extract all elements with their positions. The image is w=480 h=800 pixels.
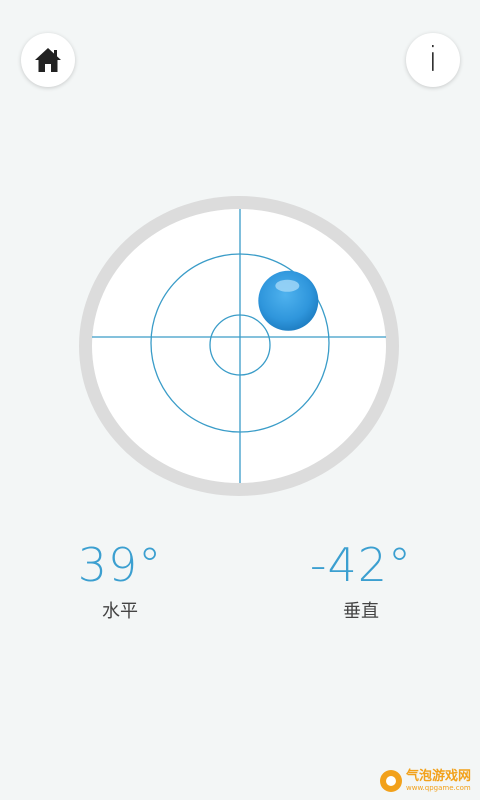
horizontal-angle-label: 水平 [102,601,138,622]
watermark-logo-icon [380,770,402,792]
vertical-angle-value: -42° [309,538,413,592]
info-icon: i [428,40,438,80]
horizontal-readout: 39° 水平 [20,535,220,623]
home-icon [35,48,61,72]
vertical-readout: -42° 垂直 [261,535,461,623]
bubble-level [79,196,399,496]
home-button[interactable] [21,33,75,87]
vertical-angle-label: 垂直 [343,601,379,622]
level-bubble [258,270,319,331]
level-screen: i 39° 水平 -42° 垂直 气泡游戏网 www.qpgame.com [0,0,480,800]
level-dial [79,196,399,496]
watermark-title: 气泡游戏网 [406,769,472,784]
horizontal-angle-value: 39° [77,538,163,592]
info-button[interactable]: i [406,33,460,87]
watermark: 气泡游戏网 www.qpgame.com [380,766,476,796]
watermark-url: www.qpgame.com [406,784,471,792]
dial-face [92,209,386,483]
